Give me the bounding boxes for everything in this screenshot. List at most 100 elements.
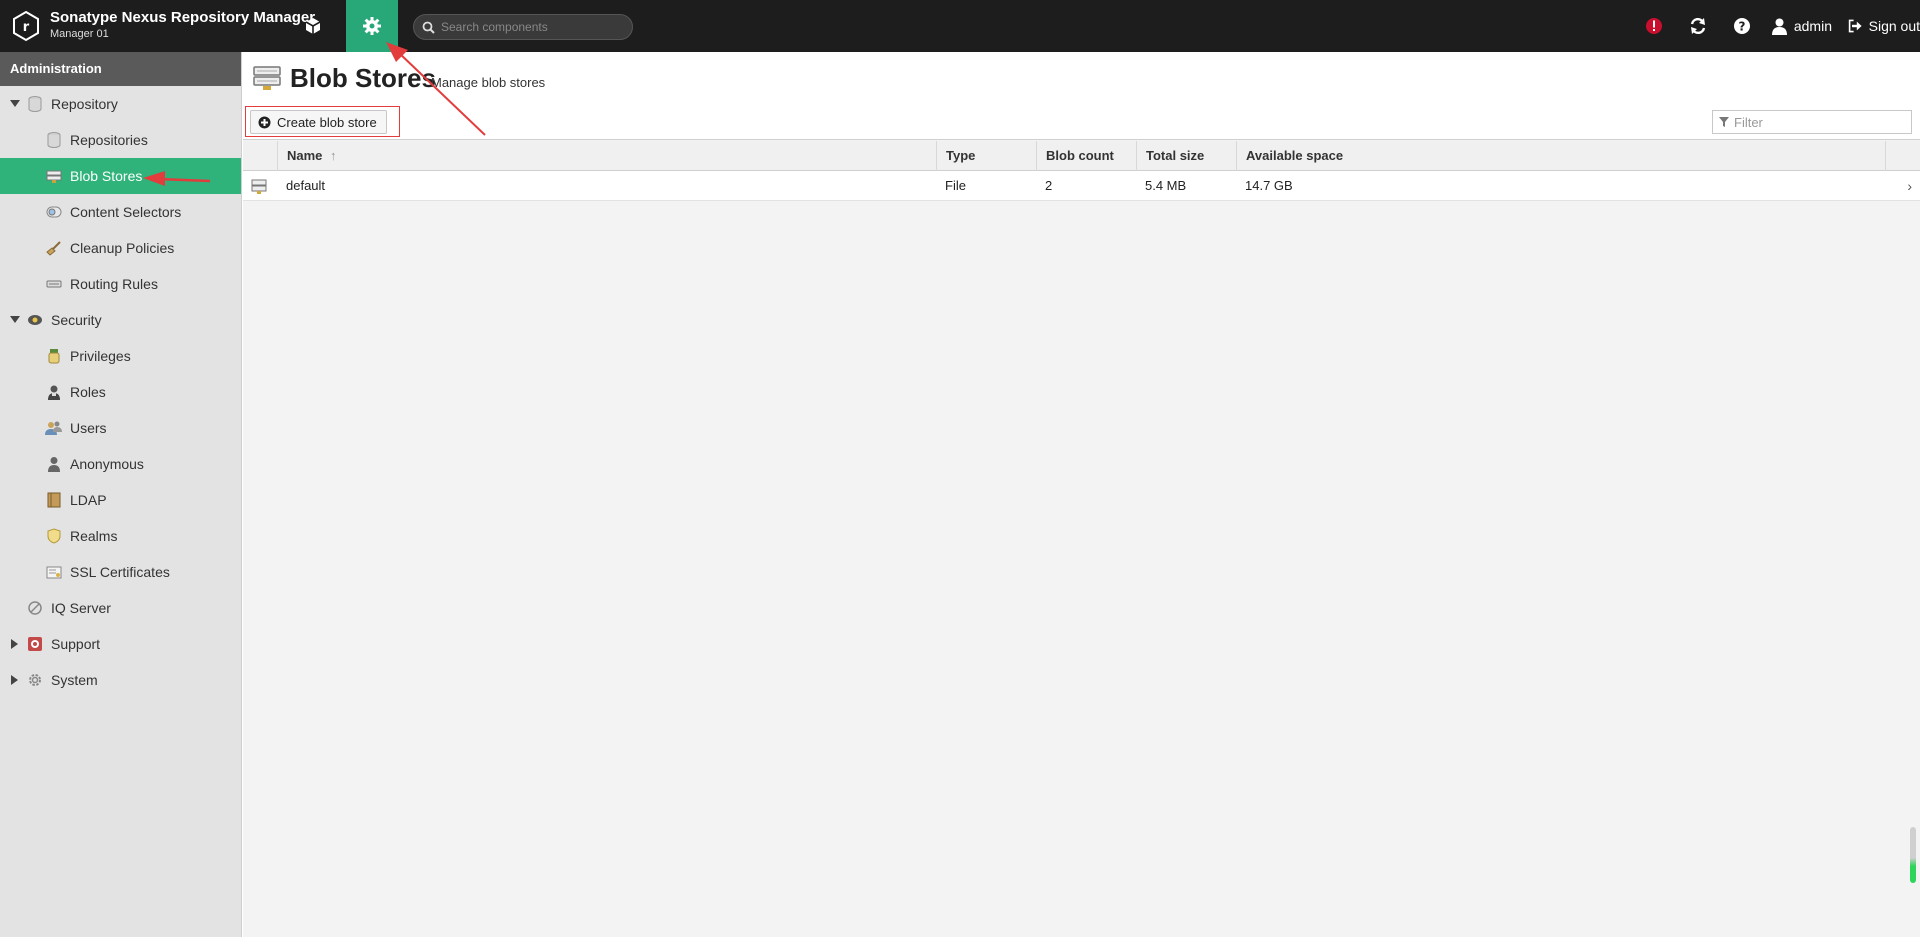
shield-icon	[45, 528, 63, 544]
search-input[interactable]	[441, 20, 621, 34]
caret-down-icon[interactable]	[10, 99, 20, 109]
create-button-label: Create blob store	[277, 114, 377, 130]
blob-store-icon	[253, 66, 281, 90]
svg-text:r: r	[23, 20, 30, 35]
sidebar-item-label: Cleanup Policies	[70, 240, 175, 256]
blob-store-icon	[45, 168, 63, 184]
user-icon	[45, 456, 63, 472]
column-header-blob-count[interactable]: Blob count	[1036, 141, 1136, 171]
gear-icon	[363, 17, 381, 35]
main-content: Blob Stores Manage blob stores Create bl…	[243, 52, 1920, 937]
sign-out-label: Sign out	[1868, 18, 1920, 34]
medal-icon	[45, 348, 63, 364]
routing-icon	[45, 276, 63, 292]
column-header-spacer	[1885, 141, 1920, 171]
sidebar-item-content-selectors[interactable]: Content Selectors	[0, 194, 241, 230]
user-menu-button[interactable]: admin	[1764, 0, 1840, 52]
table-row[interactable]: default File 2 5.4 MB 14.7 GB ›	[243, 171, 1920, 201]
content-selector-icon	[45, 204, 63, 220]
sidebar-item-label: Privileges	[70, 348, 131, 364]
brand[interactable]: r Sonatype Nexus Repository Manager Mana…	[10, 8, 315, 46]
page-subtitle: Manage blob stores	[431, 75, 546, 90]
cell-type: File	[945, 178, 966, 193]
sidebar-group-repository[interactable]: Repository	[0, 86, 241, 122]
iq-server-icon	[26, 600, 44, 616]
user-icon	[1771, 18, 1787, 35]
error-alert-icon	[1645, 18, 1662, 34]
sidebar-group-label: Security	[51, 312, 102, 328]
refresh-button[interactable]	[1676, 0, 1720, 52]
sidebar-item-repositories[interactable]: Repositories	[0, 122, 241, 158]
column-header-name[interactable]: Name ↑	[277, 141, 936, 171]
sidebar-item-privileges[interactable]: Privileges	[0, 338, 241, 374]
users-icon	[45, 420, 63, 436]
cube-icon	[305, 18, 321, 34]
help-button[interactable]: ?	[1720, 0, 1764, 52]
sidebar-item-iq-server[interactable]: IQ Server	[0, 590, 241, 626]
certificate-icon	[45, 564, 63, 580]
chevron-right-icon[interactable]: ›	[1907, 171, 1912, 201]
sidebar-item-ldap[interactable]: LDAP	[0, 482, 241, 518]
sidebar-item-blob-stores[interactable]: Blob Stores	[0, 158, 241, 194]
filter-box	[1712, 110, 1912, 134]
caret-right-icon[interactable]	[10, 675, 20, 685]
page-header: Blob Stores Manage blob stores Create bl…	[243, 52, 1920, 140]
sidebar-group-security[interactable]: Security	[0, 302, 241, 338]
database-icon	[45, 132, 63, 148]
sidebar-item-users[interactable]: Users	[0, 410, 241, 446]
grid-header: Name ↑ Type Blob count Total size Availa…	[243, 141, 1920, 171]
sidebar-item-label: Anonymous	[70, 456, 144, 472]
sidebar-item-label: Repositories	[70, 132, 148, 148]
nexus-logo-icon: r	[13, 10, 39, 42]
cell-total-size: 5.4 MB	[1145, 178, 1187, 193]
sidebar-group-label: Repository	[51, 96, 118, 112]
create-blob-store-button[interactable]: Create blob store	[250, 110, 387, 134]
book-icon	[45, 492, 63, 508]
sidebar-group-system[interactable]: System	[0, 662, 241, 698]
sidebar-header: Administration	[0, 52, 241, 86]
eye-badge-icon	[26, 312, 44, 328]
filter-icon	[1719, 117, 1729, 127]
plus-circle-icon	[258, 116, 271, 128]
sidebar-item-label: Users	[70, 420, 107, 436]
cell-available-space: 14.7 GB	[1245, 178, 1293, 193]
alert-button[interactable]	[1632, 0, 1676, 52]
sidebar-item-label: SSL Certificates	[70, 564, 170, 580]
sidebar-item-label: IQ Server	[51, 600, 111, 616]
sidebar-item-cleanup-policies[interactable]: Cleanup Policies	[0, 230, 241, 266]
refresh-icon	[1690, 17, 1706, 35]
sidebar-item-roles[interactable]: Roles	[0, 374, 241, 410]
browse-mode-button[interactable]	[287, 0, 339, 52]
admin-sidebar: Administration Repository Repositories B…	[0, 52, 242, 937]
app-subtitle: Manager 01	[50, 28, 109, 40]
sidebar-item-ssl-certificates[interactable]: SSL Certificates	[0, 554, 241, 590]
sidebar-item-label: Content Selectors	[70, 204, 182, 220]
filter-input[interactable]	[1734, 114, 1904, 130]
scroll-indicator[interactable]	[1910, 827, 1916, 883]
caret-right-icon[interactable]	[10, 639, 20, 649]
top-header-bar: r Sonatype Nexus Repository Manager Mana…	[0, 0, 1920, 52]
sidebar-item-anonymous[interactable]: Anonymous	[0, 446, 241, 482]
sidebar-item-routing-rules[interactable]: Routing Rules	[0, 266, 241, 302]
sidebar-group-label: System	[51, 672, 98, 688]
search-box	[413, 14, 633, 40]
sidebar-item-label: LDAP	[70, 492, 107, 508]
role-icon	[45, 384, 63, 400]
cell-blob-count: 2	[1045, 178, 1053, 193]
sidebar-group-support[interactable]: Support	[0, 626, 241, 662]
sort-ascending-icon: ↑	[330, 148, 337, 163]
sidebar-item-realms[interactable]: Realms	[0, 518, 241, 554]
column-header-available-space[interactable]: Available space	[1236, 141, 1885, 171]
sidebar-item-label: Roles	[70, 384, 106, 400]
caret-down-icon[interactable]	[10, 315, 20, 325]
sidebar-item-label: Routing Rules	[70, 276, 158, 292]
column-header-type[interactable]: Type	[936, 141, 1036, 171]
admin-mode-button[interactable]	[346, 0, 398, 52]
column-label: Name	[287, 148, 323, 163]
sign-out-button[interactable]: Sign out	[1840, 0, 1920, 52]
app-title: Sonatype Nexus Repository Manager	[50, 9, 316, 26]
blob-store-icon	[251, 179, 267, 194]
column-header-total-size[interactable]: Total size	[1136, 141, 1236, 171]
sign-out-icon	[1848, 19, 1862, 33]
lifebuoy-icon	[26, 636, 44, 652]
